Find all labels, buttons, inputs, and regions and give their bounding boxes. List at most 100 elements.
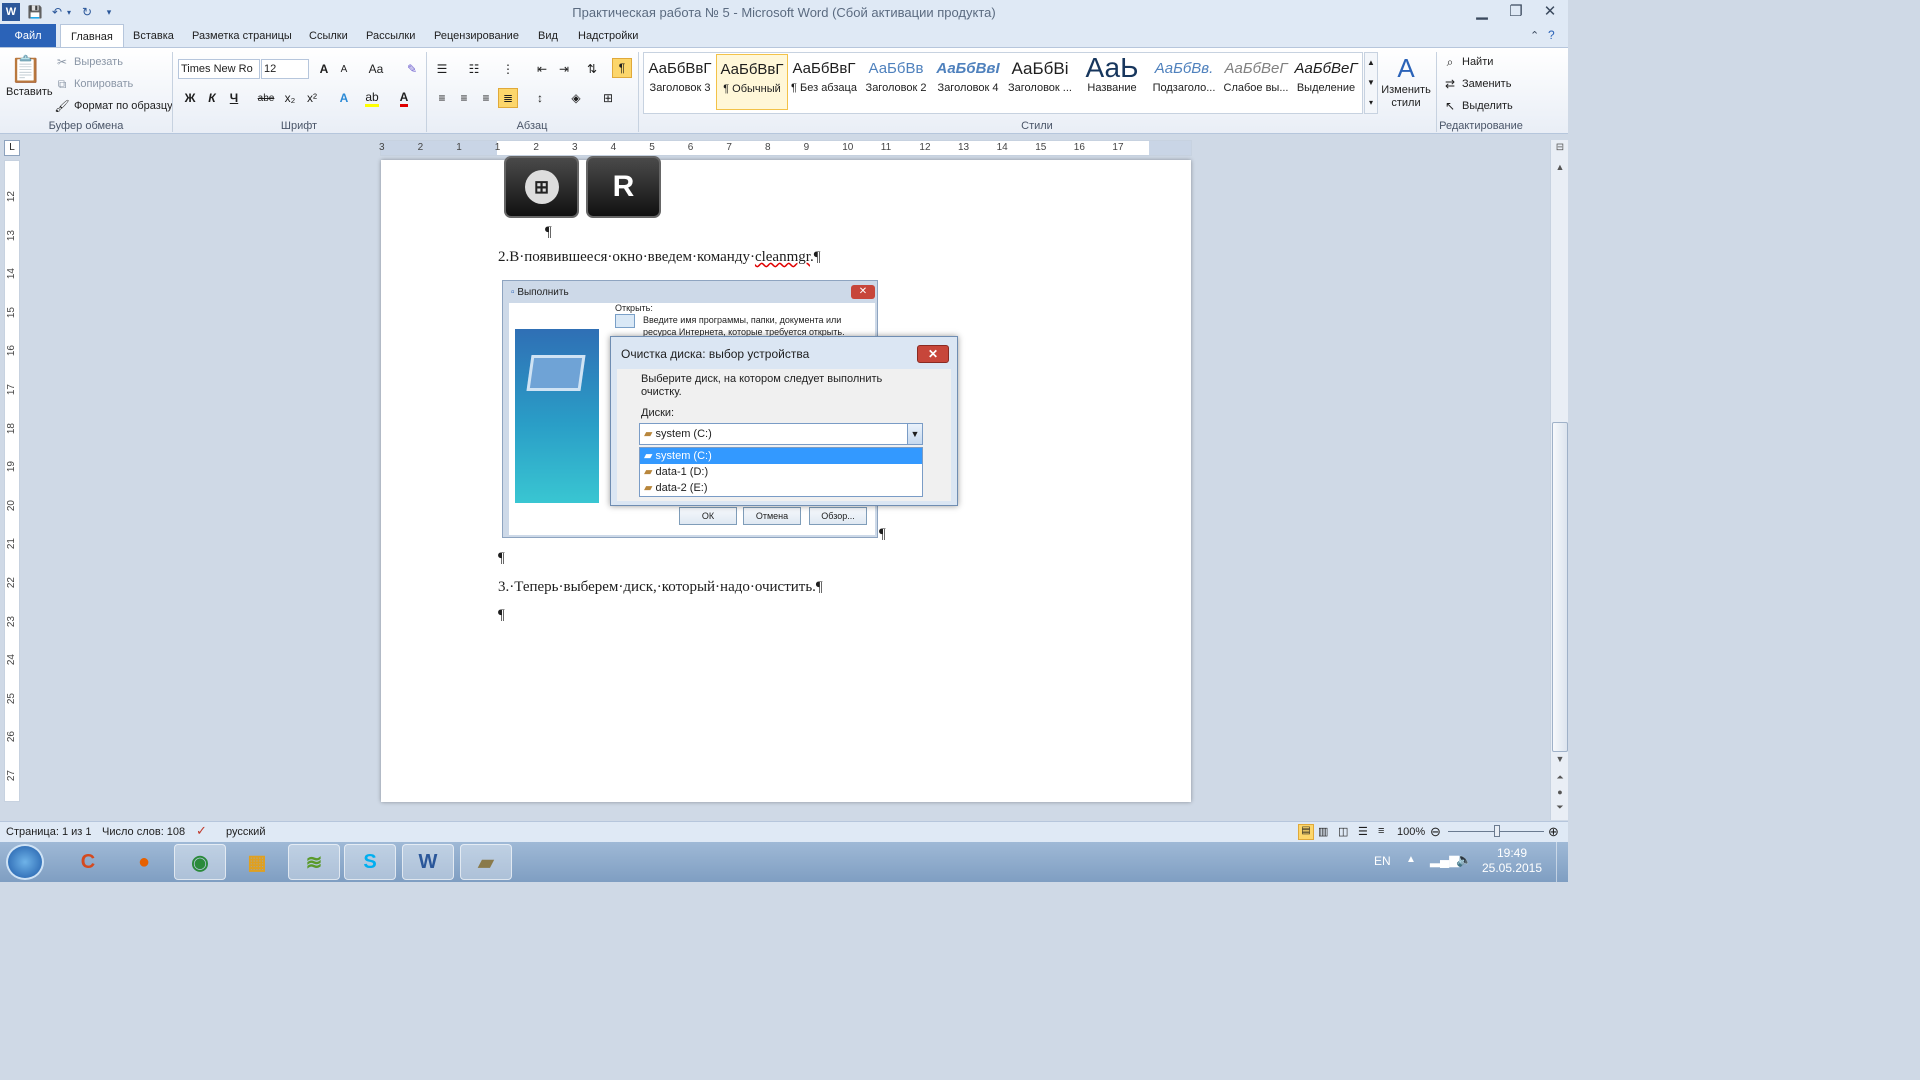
- language-indicator[interactable]: русский: [226, 826, 265, 838]
- vertical-ruler[interactable]: 12 13 14 15 16 17 18 19 20 21 22 23 24 25 26 27: [4, 160, 20, 802]
- zoom-slider-thumb[interactable]: [1494, 825, 1500, 837]
- previous-page-icon[interactable]: ⏶: [1553, 772, 1567, 786]
- disk-cleanup-taskbar-icon[interactable]: ▰: [460, 844, 512, 880]
- help-icon[interactable]: ?: [1548, 28, 1555, 42]
- bullets-icon[interactable]: ☰: [432, 59, 452, 79]
- outline-icon[interactable]: ☰: [1358, 825, 1368, 838]
- find-button[interactable]: ⌕ Найти: [1442, 54, 1494, 70]
- clear-formatting-icon[interactable]: ✎: [402, 59, 422, 79]
- show-marks-button[interactable]: ¶: [612, 58, 632, 78]
- style-subtitle[interactable]: АаБбВв. Подзаголо...: [1148, 54, 1220, 110]
- borders-icon[interactable]: ⊞: [598, 88, 618, 108]
- signal-icon[interactable]: ▂▄▆: [1430, 852, 1459, 868]
- style-heading-more[interactable]: АаБбВі Заголовок ...: [1004, 54, 1076, 110]
- tab-addins[interactable]: Надстройки: [568, 24, 648, 48]
- multilevel-list-icon[interactable]: ⋮: [498, 59, 518, 79]
- language-tray[interactable]: EN: [1374, 854, 1391, 868]
- paste-button[interactable]: 📋 Вставить: [6, 52, 53, 112]
- volume-icon[interactable]: 🔈: [1456, 852, 1472, 868]
- zoom-out-icon[interactable]: ⊖: [1430, 824, 1441, 840]
- grow-font-icon[interactable]: A: [314, 59, 334, 79]
- restore-button[interactable]: ❐: [1498, 0, 1534, 22]
- print-layout-icon[interactable]: ▤: [1298, 824, 1314, 840]
- tab-home[interactable]: Главная: [60, 24, 124, 48]
- style-emphasis[interactable]: АаБбВеГ Выделение: [1290, 54, 1362, 110]
- justify-icon[interactable]: ≣: [498, 88, 518, 108]
- highlight-icon[interactable]: ab: [362, 88, 382, 108]
- firefox-icon[interactable]: ●: [118, 844, 170, 880]
- tray-expand-icon[interactable]: ▲: [1406, 854, 1416, 865]
- cut-button[interactable]: ✂ Вырезать: [54, 54, 123, 70]
- scroll-down-arrow[interactable]: ▼: [1553, 754, 1567, 768]
- ribbon-minimize-icon[interactable]: ⌃: [1530, 29, 1539, 42]
- strikethrough-button[interactable]: abe: [256, 88, 276, 108]
- close-button[interactable]: ✕: [1532, 0, 1568, 22]
- chrome-icon[interactable]: ◉: [174, 844, 226, 880]
- style-heading2[interactable]: АаБбВв Заголовок 2: [860, 54, 932, 110]
- style-heading4[interactable]: АаБбВвІ Заголовок 4: [932, 54, 1004, 110]
- scroll-up-arrow[interactable]: ▲: [1553, 162, 1567, 176]
- zoom-level[interactable]: 100%: [1397, 826, 1425, 838]
- format-painter-button[interactable]: 🖌 Формат по образцу: [54, 98, 172, 114]
- style-normal[interactable]: АаБбВвГ ¶ Обычный: [716, 54, 788, 110]
- style-subtle-emphasis[interactable]: АаБбВеГ Слабое вы...: [1220, 54, 1292, 110]
- align-center-icon[interactable]: ≡: [454, 88, 474, 108]
- change-case-icon[interactable]: Aa: [366, 59, 386, 79]
- tab-insert[interactable]: Вставка: [123, 24, 184, 48]
- text-effects-icon[interactable]: A: [334, 88, 354, 108]
- select-button[interactable]: ↖ Выделить: [1442, 98, 1513, 114]
- shading-icon[interactable]: ◈: [566, 88, 586, 108]
- subscript-button[interactable]: x₂: [280, 88, 300, 108]
- word-taskbar-icon[interactable]: W: [402, 844, 454, 880]
- zoom-in-icon[interactable]: ⊕: [1548, 824, 1559, 840]
- style-title[interactable]: АаЬ Название: [1076, 54, 1148, 110]
- tab-mailings[interactable]: Рассылки: [356, 24, 425, 48]
- decrease-indent-icon[interactable]: ⇤: [532, 59, 552, 79]
- horizontal-ruler[interactable]: 3 2 1 1 2 3 4 5 6 7 8 9 10 11 12 13 14 15 16 17: [379, 140, 1192, 156]
- minimize-button[interactable]: ▁: [1464, 0, 1500, 22]
- scroll-thumb[interactable]: [1552, 422, 1568, 752]
- align-right-icon[interactable]: ≡: [476, 88, 496, 108]
- tab-review[interactable]: Рецензирование: [424, 24, 529, 48]
- tab-file[interactable]: Файл: [0, 24, 56, 48]
- style-heading3[interactable]: АаБбВвГ Заголовок 3: [644, 54, 716, 110]
- show-desktop-button[interactable]: [1556, 842, 1568, 882]
- skype-icon[interactable]: S: [344, 844, 396, 880]
- web-layout-icon[interactable]: ◫: [1338, 825, 1348, 838]
- network-app-icon[interactable]: ≋: [288, 844, 340, 880]
- font-size-combo[interactable]: 12: [261, 59, 309, 79]
- clock[interactable]: 19:49 25.05.2015: [1480, 846, 1544, 876]
- font-color-icon[interactable]: A: [394, 88, 414, 108]
- font-name-combo[interactable]: Times New Ro: [178, 59, 260, 79]
- tab-page-layout[interactable]: Разметка страницы: [182, 24, 302, 48]
- document-page[interactable]: ⊞ R ¶ 2.В·появившееся·окно·введем·команд…: [381, 156, 1191, 802]
- tab-references[interactable]: Ссылки: [299, 24, 358, 48]
- numbering-icon[interactable]: ☷: [464, 59, 484, 79]
- ruler-toggle-icon[interactable]: ⊟: [1553, 142, 1567, 156]
- page-count[interactable]: Страница: 1 из 1: [6, 826, 92, 838]
- proofing-icon[interactable]: ✓: [196, 823, 207, 839]
- underline-button[interactable]: Ч: [224, 88, 244, 108]
- word-count[interactable]: Число слов: 108: [102, 826, 185, 838]
- sort-icon[interactable]: ⇅: [582, 59, 602, 79]
- ccleaner-icon[interactable]: C: [62, 844, 114, 880]
- reading-layout-icon[interactable]: ▥: [1318, 825, 1328, 838]
- increase-indent-icon[interactable]: ⇥: [554, 59, 574, 79]
- shrink-font-icon[interactable]: A: [334, 59, 354, 79]
- start-button[interactable]: [6, 844, 44, 880]
- superscript-button[interactable]: x²: [302, 88, 322, 108]
- line-spacing-icon[interactable]: ↕: [530, 88, 550, 108]
- align-left-icon[interactable]: ≡: [432, 88, 452, 108]
- bold-button[interactable]: Ж: [180, 88, 200, 108]
- italic-button[interactable]: К: [202, 88, 222, 108]
- copy-button[interactable]: ⧉ Копировать: [54, 76, 134, 92]
- replace-button[interactable]: ⇄ Заменить: [1442, 76, 1511, 92]
- browse-object-icon[interactable]: ●: [1553, 787, 1567, 801]
- apps-grid-icon[interactable]: ▦: [231, 844, 283, 880]
- style-no-spacing[interactable]: АаБбВвГ ¶ Без абзаца: [788, 54, 860, 110]
- tab-view[interactable]: Вид: [528, 24, 568, 48]
- next-page-icon[interactable]: ⏷: [1553, 802, 1567, 816]
- vertical-scrollbar[interactable]: ⊟ ▲ ▼ ⏶ ● ⏷: [1550, 140, 1568, 820]
- draft-icon[interactable]: ≡: [1378, 825, 1384, 837]
- change-styles-button[interactable]: A Изменить стили: [1380, 52, 1432, 116]
